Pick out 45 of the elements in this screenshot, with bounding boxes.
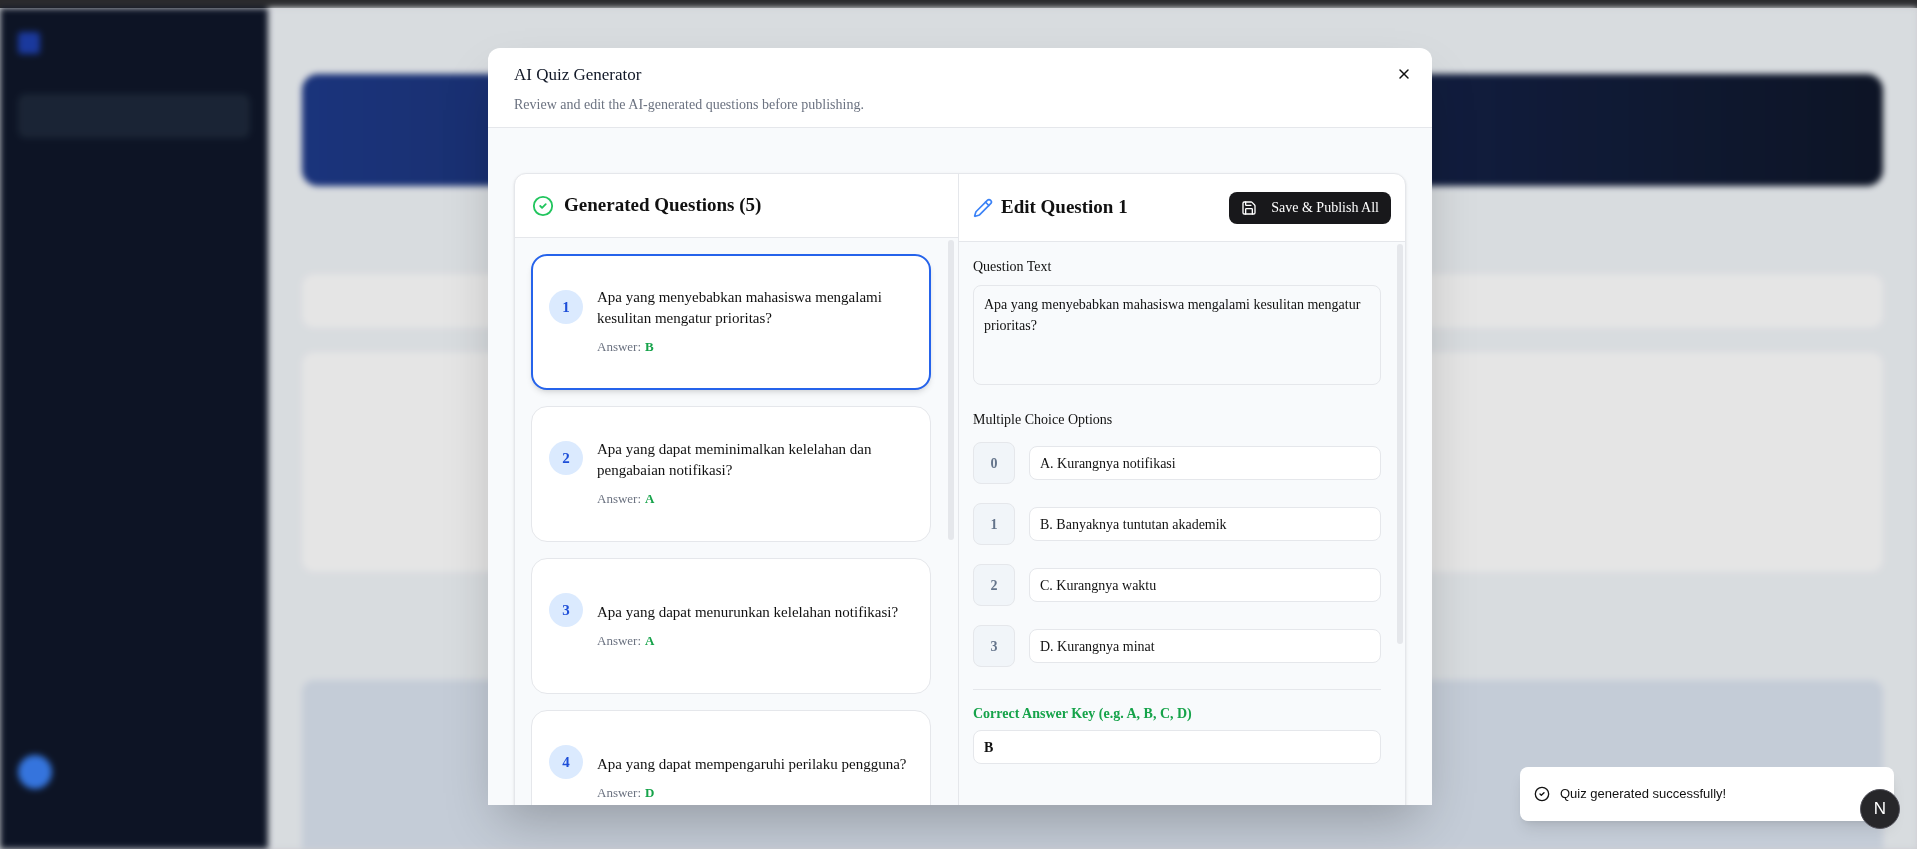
answer-label: Answer: <box>597 783 642 802</box>
field-label: Correct Answer Key (e.g. A, B, C, D) <box>973 705 1193 723</box>
question-card[interactable]: 2 Apa yang dapat meminimalkan kelelahan dan pengabaian notifikasi? Answer: A <box>531 406 931 542</box>
option-index: 3 <box>973 625 1015 667</box>
answer-label: Answer: <box>597 631 642 650</box>
answer-value: B <box>645 338 654 357</box>
question-text: Apa yang menyebabkan mahasiswa mengalami kesulitan mengatur prioritas? <box>597 288 883 329</box>
question-number: 2 <box>549 441 583 475</box>
editor-title: Edit Question 1 <box>1001 195 1128 220</box>
option-index: 0 <box>973 442 1015 484</box>
question-number: 1 <box>549 290 583 324</box>
close-icon <box>1396 66 1412 82</box>
field-label: Multiple Choice Options <box>973 411 1114 429</box>
answer-value: A <box>645 490 655 509</box>
option-field[interactable]: C. Kurangnya waktu <box>1029 568 1381 602</box>
panel-title: Generated Questions (5) <box>564 193 762 218</box>
field-label: Question Text <box>973 258 1053 276</box>
question-card[interactable]: 3 Apa yang dapat menurunkan kelelahan notifikasi? Answer: A <box>531 558 931 694</box>
question-number: 3 <box>549 593 583 627</box>
question-card[interactable]: 4 Apa yang dapat mempengaruhi perilaku pengguna? Answer: D <box>531 710 931 805</box>
avatar <box>18 755 52 789</box>
question-card[interactable]: 1 Apa yang menyebabkan mahasiswa mengalami kesulitan mengatur prioritas? Answer: B <box>531 254 931 390</box>
question-number: 4 <box>549 745 583 779</box>
question-text: Apa yang dapat mempengaruhi perilaku pengguna? <box>597 754 907 774</box>
toast-message: Quiz generated successfully! <box>1560 785 1727 804</box>
option-field[interactable]: A. Kurangnya notifikasi <box>1029 446 1381 480</box>
answer-value: D <box>645 783 655 802</box>
check-circle-icon <box>532 194 554 217</box>
option-field[interactable]: D. Kurangnya minat <box>1029 629 1381 663</box>
answer-label: Answer: <box>597 490 642 509</box>
dialog-title: AI Quiz Generator <box>514 64 642 86</box>
answer-value: A <box>645 631 655 650</box>
save-publish-button[interactable]: Save & Publish All <box>1229 191 1391 224</box>
question-text: Apa yang dapat menurunkan kelelahan notifikasi? <box>597 602 899 622</box>
save-icon <box>1241 199 1258 216</box>
answer-key-field[interactable]: B <box>973 730 1381 764</box>
answer-label: Answer: <box>597 338 642 357</box>
dialog-subtitle: Review and edit the AI-generated questions before publishing. <box>514 95 864 114</box>
check-circle-icon <box>1534 786 1550 802</box>
option-field[interactable]: B. Banyaknya tuntutan akademik <box>1029 507 1381 541</box>
pencil-icon <box>973 197 993 218</box>
question-textarea[interactable]: Apa yang menyebabkan mahasiswa mengalami kesulitan mengatur prioritas? <box>973 285 1381 385</box>
option-index: 1 <box>973 503 1015 545</box>
question-text: Apa yang dapat meminimalkan kelelahan dan pengabaian notifikasi? <box>597 440 873 481</box>
option-index: 2 <box>973 564 1015 606</box>
